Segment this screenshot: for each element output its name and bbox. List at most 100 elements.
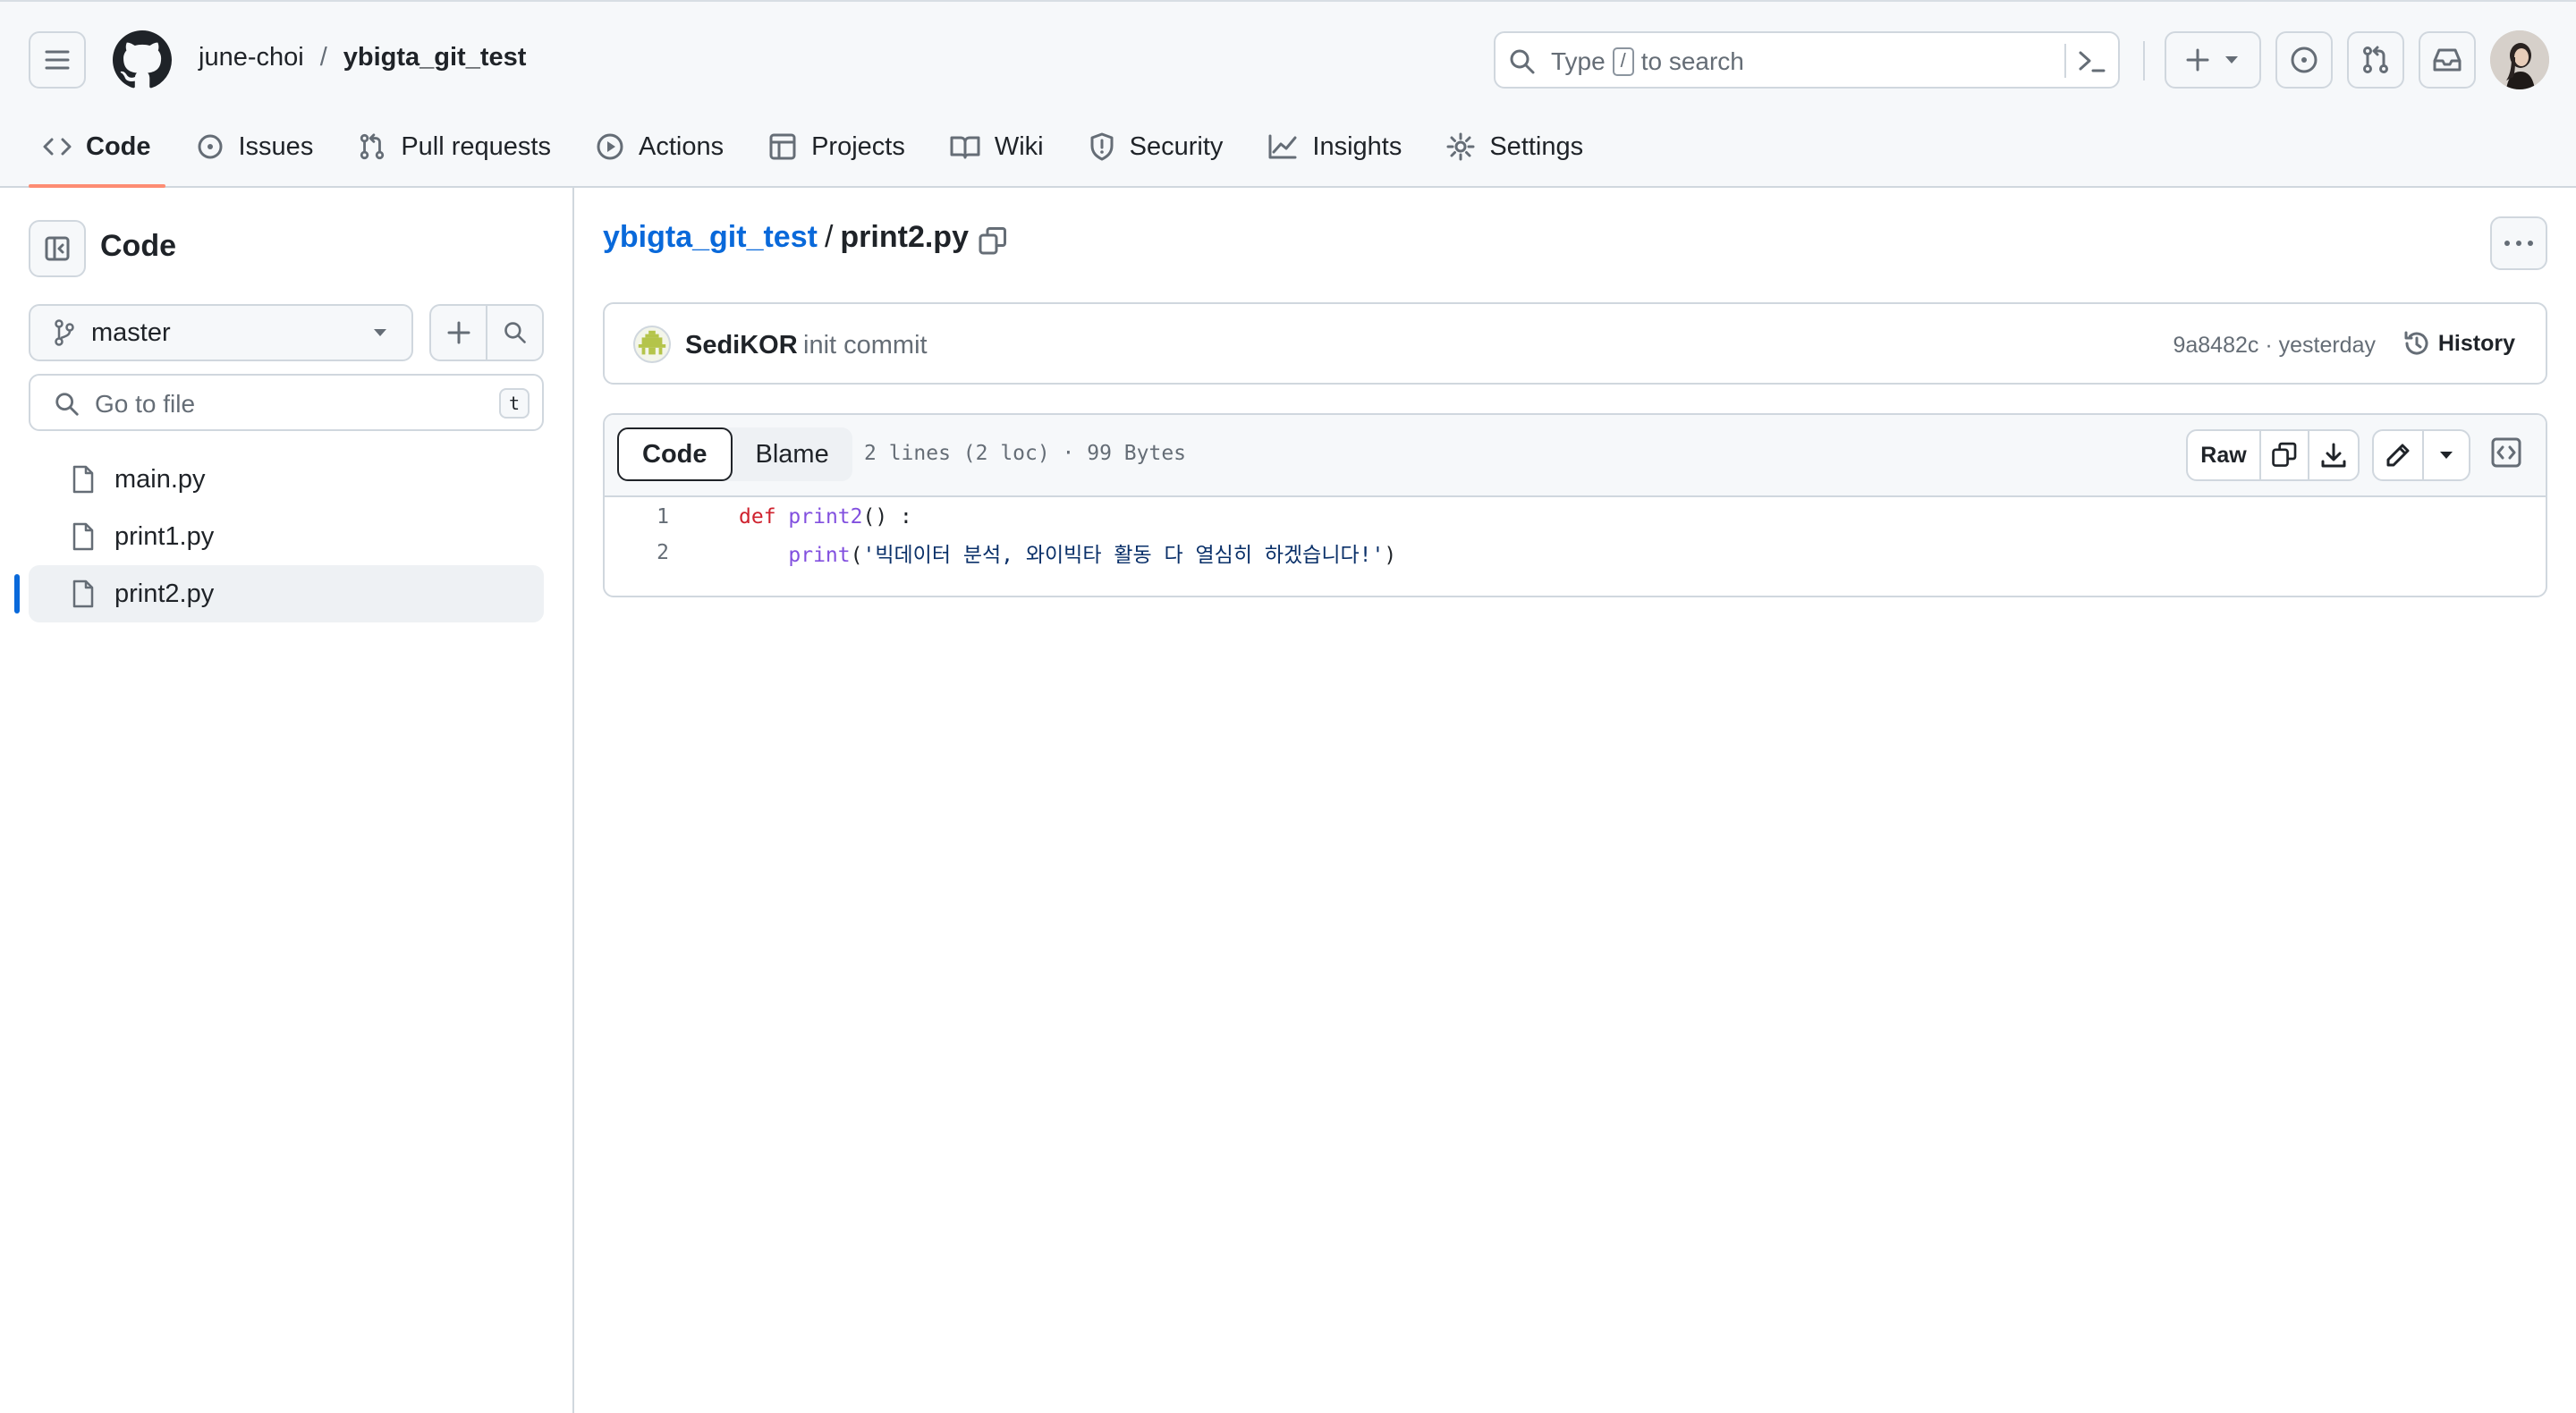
history-button[interactable]: History — [2402, 329, 2515, 358]
plus-icon — [447, 321, 470, 344]
chevron-down-icon — [2440, 452, 2453, 459]
function-token: print — [788, 544, 851, 567]
commit-sha-time[interactable]: 9a8482c · yesterday — [2173, 333, 2376, 359]
header-top: june-choi / ybigta_git_test Type / to se… — [0, 2, 2576, 118]
collapse-sidebar-button[interactable] — [29, 220, 86, 277]
tab-wiki[interactable]: Wiki — [936, 118, 1058, 175]
inbox-icon — [2433, 48, 2462, 72]
symbols-panel-icon[interactable] — [2490, 436, 2522, 469]
file-tree-sidebar: Code master Go to file t main.py print1.… — [0, 188, 574, 1413]
menu-button[interactable] — [29, 31, 86, 89]
header-divider — [2143, 41, 2145, 80]
go-to-file-input[interactable]: Go to file t — [29, 374, 544, 431]
search-files-button[interactable] — [487, 306, 542, 360]
history-label: History — [2437, 330, 2515, 356]
breadcrumb: ybigta_git_test / print2.py — [603, 220, 969, 255]
shield-icon — [1090, 132, 1114, 161]
context-separator: / — [319, 43, 327, 72]
file-icon — [72, 465, 94, 494]
repo-context: june-choi / ybigta_git_test — [199, 43, 526, 72]
search-input[interactable]: Type / to search — [1494, 31, 2120, 89]
tab-projects[interactable]: Projects — [754, 118, 919, 175]
add-file-button[interactable] — [431, 306, 487, 360]
issue-opened-icon — [198, 134, 222, 159]
code-icon — [43, 138, 72, 156]
commit-author[interactable]: SediKOR — [685, 331, 798, 360]
tab-insights[interactable]: Insights — [1253, 118, 1416, 175]
tab-settings[interactable]: Settings — [1432, 118, 1597, 175]
breadcrumb-file-name: print2.py — [840, 220, 969, 254]
copy-raw-button[interactable] — [2259, 431, 2308, 479]
tab-label: Pull requests — [401, 131, 551, 161]
sidebar-title: Code — [100, 229, 176, 263]
blame-view-button[interactable]: Blame — [733, 427, 852, 481]
code-view[interactable]: 1 def print2() : 2 print('빅데이터 분석, 와이빅타 … — [605, 499, 2546, 571]
indent-token — [739, 544, 788, 567]
commit-message[interactable]: init commit — [803, 331, 928, 360]
tab-label: Security — [1129, 131, 1224, 161]
pull-request-icon — [2363, 46, 2388, 73]
paren-token: ( — [850, 544, 863, 567]
repo-link[interactable]: ybigta_git_test — [343, 43, 527, 72]
branch-selector[interactable]: master — [29, 304, 413, 361]
raw-copy-download-group: Raw — [2186, 429, 2360, 481]
search-divider — [2064, 44, 2066, 78]
file-item-print1-py[interactable]: print1.py — [29, 508, 544, 565]
graph-icon — [1268, 134, 1297, 159]
command-palette-icon[interactable] — [2077, 47, 2107, 76]
table-icon — [769, 133, 796, 160]
create-new-button[interactable] — [2165, 31, 2261, 89]
file-item-main-py[interactable]: main.py — [29, 451, 544, 508]
tab-label: Issues — [238, 131, 314, 161]
edit-options-button[interactable] — [2422, 431, 2469, 479]
code-view-button[interactable]: Code — [617, 427, 733, 481]
line-number[interactable]: 1 — [605, 505, 685, 529]
github-logo-icon[interactable] — [113, 30, 172, 89]
more-options-button[interactable] — [2490, 216, 2547, 270]
inbox-button[interactable] — [2419, 31, 2476, 89]
function-token: print2 — [788, 505, 863, 529]
paren-token: ) — [1384, 544, 1397, 567]
file-name: main.py — [114, 464, 206, 494]
raw-label: Raw — [2200, 442, 2247, 468]
branch-name: master — [91, 317, 171, 347]
tab-issues[interactable]: Issues — [182, 118, 328, 175]
plain-token: () : — [862, 505, 912, 529]
line-source: def print2() : — [685, 505, 912, 529]
file-item-print2-py[interactable]: print2.py — [14, 565, 544, 622]
search-type-label: Type — [1551, 47, 1606, 75]
line-number[interactable]: 2 — [605, 541, 685, 564]
tab-label: Insights — [1312, 131, 1402, 161]
raw-button[interactable]: Raw — [2188, 431, 2259, 479]
issue-opened-icon — [2291, 47, 2318, 73]
avatar[interactable] — [2490, 30, 2549, 89]
breadcrumb-repo-link[interactable]: ybigta_git_test — [603, 220, 818, 255]
tab-code[interactable]: Code — [29, 118, 165, 188]
search-to-search-label: to search — [1640, 47, 1744, 75]
tab-pull-requests[interactable]: Pull requests — [343, 118, 565, 175]
file-name: print2.py — [114, 579, 215, 608]
edit-file-button[interactable] — [2374, 431, 2422, 479]
pull-requests-button[interactable] — [2347, 31, 2404, 89]
tab-label: Actions — [638, 131, 724, 161]
go-to-file-shortcut: t — [499, 388, 530, 419]
copy-path-icon[interactable] — [977, 225, 1009, 258]
tab-actions[interactable]: Actions — [581, 118, 738, 175]
keyword-token: def — [739, 505, 776, 529]
app-header: june-choi / ybigta_git_test Type / to se… — [0, 0, 2576, 188]
tab-label: Settings — [1489, 131, 1584, 161]
view-mode-toggle: Code Blame — [617, 427, 852, 481]
owner-link[interactable]: june-choi — [199, 43, 304, 72]
go-to-file-placeholder: Go to file — [95, 390, 196, 418]
issues-button[interactable] — [2275, 31, 2333, 89]
chevron-down-icon — [2225, 56, 2238, 63]
author-avatar[interactable] — [633, 326, 671, 363]
tab-label: Code — [86, 131, 151, 161]
copy-icon — [2272, 442, 2297, 467]
download-raw-button[interactable] — [2308, 431, 2358, 479]
tab-label: Projects — [811, 131, 905, 161]
file-icon — [72, 522, 94, 551]
tab-security[interactable]: Security — [1074, 118, 1238, 175]
sidebar-actions — [429, 304, 544, 361]
search-icon — [54, 391, 80, 418]
